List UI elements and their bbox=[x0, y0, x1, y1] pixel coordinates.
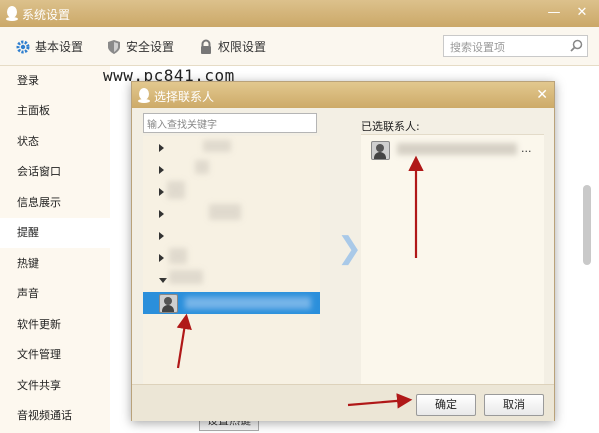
close-button[interactable]: ✕ bbox=[573, 4, 591, 22]
selected-contact-row[interactable] bbox=[143, 292, 320, 314]
blurred-group-name bbox=[195, 160, 209, 174]
dialog-close-icon[interactable]: ✕ bbox=[536, 86, 548, 104]
blurred-selected-name bbox=[397, 143, 517, 155]
select-contact-dialog: 选择联系人 ✕ 输入查找关键字 ❯ 已选联系人: ... 确定 取消 bbox=[131, 81, 555, 421]
blurred-group-name bbox=[167, 181, 185, 199]
contact-search-input[interactable]: 输入查找关键字 bbox=[143, 113, 317, 133]
contact-tree bbox=[143, 136, 320, 384]
lock-icon bbox=[201, 39, 211, 54]
sidebar-item-login[interactable]: 登录 bbox=[0, 66, 110, 96]
dialog-title-bar: 选择联系人 ✕ bbox=[132, 82, 554, 108]
settings-search-input[interactable]: 搜索设置项 bbox=[443, 35, 588, 57]
expand-arrow-icon[interactable] bbox=[159, 232, 164, 240]
sidebar-item-file-management[interactable]: 文件管理 bbox=[0, 340, 110, 370]
sidebar-item-info-display[interactable]: 信息展示 bbox=[0, 188, 110, 218]
sidebar-item-file-sharing[interactable]: 文件共享 bbox=[0, 371, 110, 401]
settings-sidebar: 登录 主面板 状态 会话窗口 信息展示 提醒 热键 声音 软件更新 文件管理 文… bbox=[0, 66, 110, 433]
cancel-button[interactable]: 取消 bbox=[484, 394, 544, 416]
content-scrollbar[interactable] bbox=[583, 185, 591, 265]
ok-button[interactable]: 确定 bbox=[416, 394, 476, 416]
expand-arrow-icon[interactable] bbox=[159, 188, 164, 196]
selected-contact-ellipsis: ... bbox=[521, 142, 532, 155]
collapse-arrow-icon[interactable] bbox=[159, 278, 167, 283]
sidebar-item-av-call[interactable]: 音视频通话 bbox=[0, 401, 110, 431]
add-contact-arrow-icon[interactable]: ❯ bbox=[337, 234, 362, 264]
gear-icon bbox=[16, 40, 30, 54]
sidebar-item-hotkeys[interactable]: 热键 bbox=[0, 249, 110, 279]
blurred-contact-name bbox=[185, 297, 311, 309]
sidebar-item-status[interactable]: 状态 bbox=[0, 127, 110, 157]
sidebar-item-sound[interactable]: 声音 bbox=[0, 279, 110, 309]
blurred-group-name bbox=[209, 204, 241, 220]
blurred-group-name bbox=[203, 140, 231, 152]
expand-arrow-icon[interactable] bbox=[159, 254, 164, 262]
blurred-group-name bbox=[169, 248, 187, 264]
selected-contacts-label: 已选联系人: bbox=[361, 120, 420, 133]
search-placeholder: 搜索设置项 bbox=[450, 41, 505, 54]
qq-penguin-icon bbox=[138, 88, 150, 103]
minimize-button[interactable]: — bbox=[545, 4, 563, 22]
window-title: 系统设置 bbox=[22, 8, 71, 22]
shield-icon bbox=[108, 40, 120, 54]
expand-arrow-icon[interactable] bbox=[159, 166, 164, 174]
dialog-title: 选择联系人 bbox=[154, 90, 215, 104]
qq-penguin-icon bbox=[6, 6, 18, 21]
contact-avatar bbox=[159, 294, 178, 313]
sidebar-item-main-panel[interactable]: 主面板 bbox=[0, 96, 110, 126]
selected-contact-avatar bbox=[371, 141, 390, 160]
sidebar-item-chat-window[interactable]: 会话窗口 bbox=[0, 157, 110, 187]
sidebar-item-software-update[interactable]: 软件更新 bbox=[0, 310, 110, 340]
dialog-footer: 确定 取消 bbox=[132, 384, 554, 421]
blurred-group-name bbox=[169, 270, 203, 284]
contact-search-placeholder: 输入查找关键字 bbox=[147, 120, 217, 131]
search-icon[interactable] bbox=[570, 39, 583, 52]
expand-arrow-icon[interactable] bbox=[159, 210, 164, 218]
selected-contacts-list: ... bbox=[361, 134, 544, 385]
sidebar-item-reminder[interactable]: 提醒 bbox=[0, 218, 110, 248]
expand-arrow-icon[interactable] bbox=[159, 144, 164, 152]
title-bar: 系统设置 — ✕ bbox=[0, 0, 599, 27]
